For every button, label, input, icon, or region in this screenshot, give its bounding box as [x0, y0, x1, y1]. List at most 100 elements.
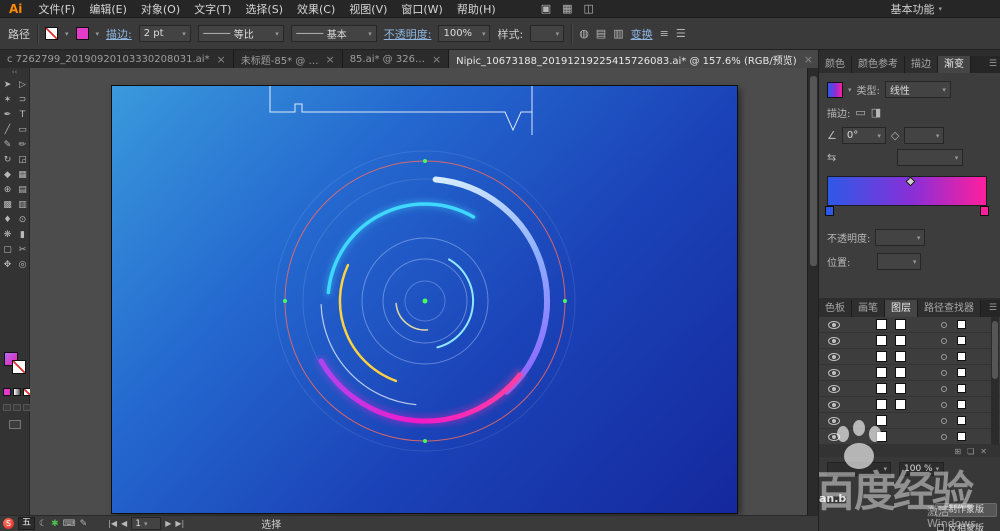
- blend-mode-combo[interactable]: ▾: [827, 462, 891, 476]
- mesh-tool[interactable]: ▩: [0, 198, 15, 213]
- panel-menu-icon[interactable]: ☰: [985, 300, 1000, 317]
- draw-behind-button[interactable]: [13, 404, 21, 411]
- target-icon[interactable]: [941, 418, 947, 424]
- rectangle-tool[interactable]: ▭: [15, 123, 30, 138]
- new-sublayer-icon[interactable]: ⊞: [954, 447, 961, 456]
- stroke-color-swatch[interactable]: [75, 27, 89, 40]
- fill-color-swatch[interactable]: [45, 27, 58, 40]
- gradient-location-combo[interactable]: ▾: [877, 253, 922, 270]
- panel-tab[interactable]: 颜色: [819, 56, 852, 73]
- gradient-mode-button[interactable]: [13, 388, 21, 396]
- scale-tool[interactable]: ◲: [15, 153, 30, 168]
- menu-item[interactable]: 帮助(H): [450, 1, 503, 17]
- selection-tool[interactable]: ➤: [0, 78, 15, 93]
- transform-panel-link[interactable]: 变换: [631, 26, 653, 42]
- menu-item[interactable]: 编辑(E): [82, 1, 134, 17]
- target-icon[interactable]: [941, 338, 947, 344]
- artboard-number-combo[interactable]: 1 ▾: [131, 517, 162, 530]
- document-tab[interactable]: c 7262799_20190920103330208031.ai* ×: [0, 50, 234, 68]
- white-arc[interactable]: [320, 304, 417, 406]
- delete-layer-icon[interactable]: ✕: [980, 447, 987, 456]
- ime-keyboard-icon[interactable]: ⌨: [63, 519, 76, 529]
- blend-tool[interactable]: ⊙: [15, 213, 30, 228]
- change-screen-mode-button[interactable]: [9, 420, 21, 429]
- brush-definition-combo[interactable]: ——— 基本 ▾: [290, 25, 377, 42]
- close-tab-icon[interactable]: ×: [325, 53, 334, 66]
- ime-status-icon[interactable]: ✱: [51, 519, 59, 529]
- panel-tab[interactable]: 图层: [885, 300, 918, 317]
- layer-row[interactable]: [819, 349, 1000, 365]
- gradient-swatch[interactable]: [827, 81, 843, 98]
- close-tab-icon[interactable]: ×: [217, 53, 226, 66]
- target-icon[interactable]: [941, 322, 947, 328]
- gradient-tool[interactable]: ▥: [15, 198, 30, 213]
- visibility-eye-icon[interactable]: [828, 353, 840, 361]
- document-tab[interactable]: Nipic_10673188_20191219225415726083.ai* …: [449, 50, 818, 68]
- free-transform-tool[interactable]: ▦: [15, 168, 30, 183]
- collapse-panel-icon[interactable]: ‹‹: [0, 68, 29, 76]
- document-tab[interactable]: 未标题-85* @ … ×: [233, 50, 343, 68]
- reverse-gradient-icon[interactable]: ⇆: [827, 151, 836, 164]
- pencil-tool[interactable]: ✏: [15, 138, 30, 153]
- first-artboard-icon[interactable]: |◀: [108, 519, 117, 528]
- scrollbar-thumb[interactable]: [992, 321, 998, 379]
- anchor-point[interactable]: [283, 299, 287, 303]
- last-artboard-icon[interactable]: ▶|: [175, 519, 184, 528]
- visibility-eye-icon[interactable]: [828, 417, 840, 425]
- panel-tab[interactable]: 路径查找器: [918, 300, 981, 317]
- gradient-extra-combo[interactable]: ▾: [897, 149, 964, 166]
- artboard[interactable]: [112, 86, 737, 513]
- paintbrush-tool[interactable]: ✎: [0, 138, 15, 153]
- make-mask-button[interactable]: 制作蒙版: [935, 503, 997, 517]
- menu-item[interactable]: 文件(F): [31, 1, 82, 17]
- symbol-sprayer-tool[interactable]: ❋: [0, 228, 15, 243]
- panel-tab[interactable]: 色板: [819, 300, 852, 317]
- gradient-angle-combo[interactable]: 0° ▾: [841, 127, 886, 144]
- layer-row[interactable]: [819, 365, 1000, 381]
- workspace-switcher[interactable]: 基本功能 ▾: [890, 1, 942, 17]
- align-icon[interactable]: ▤: [596, 27, 606, 40]
- target-icon[interactable]: [941, 370, 947, 376]
- gradient-along-stroke-icon[interactable]: ◨: [871, 106, 881, 119]
- lasso-tool[interactable]: ⊃: [15, 93, 30, 108]
- anchor-point[interactable]: [563, 299, 567, 303]
- ime-mode-indicator[interactable]: 五: [18, 517, 36, 530]
- line-tool[interactable]: ╱: [0, 123, 15, 138]
- transparency-opacity-combo[interactable]: 100 % ▾: [899, 462, 945, 476]
- invert-mask-checkbox[interactable]: [937, 524, 944, 531]
- visibility-eye-icon[interactable]: [828, 401, 840, 409]
- opacity-panel-link[interactable]: 不透明度:: [384, 26, 432, 42]
- hand-tool[interactable]: ✥: [0, 258, 15, 273]
- stroke-proxy-swatch[interactable]: [12, 360, 26, 374]
- target-icon[interactable]: [941, 402, 947, 408]
- screen-mode-icon[interactable]: ◫: [584, 2, 594, 15]
- anchor-point[interactable]: [423, 439, 427, 443]
- eyedropper-tool[interactable]: ♦: [0, 213, 15, 228]
- color-mode-button[interactable]: [3, 388, 11, 396]
- next-artboard-icon[interactable]: ▶: [165, 519, 171, 528]
- layer-row[interactable]: [819, 429, 1000, 445]
- style-combo[interactable]: ▾: [530, 25, 565, 42]
- arrange-documents-icon[interactable]: ▦: [562, 2, 572, 15]
- panel-tab[interactable]: 渐变: [938, 56, 971, 73]
- rotate-tool[interactable]: ↻: [0, 153, 15, 168]
- opacity-combo[interactable]: 100% ▾: [438, 25, 491, 42]
- center-anchor-point[interactable]: [422, 298, 428, 304]
- target-icon[interactable]: [941, 434, 947, 440]
- menu-item[interactable]: 文字(T): [187, 1, 238, 17]
- gradient-stop-start[interactable]: [825, 206, 834, 216]
- document-setup-icon[interactable]: ▥: [613, 27, 623, 40]
- slice-tool[interactable]: ✂: [15, 243, 30, 258]
- panel-tab[interactable]: 描边: [905, 56, 938, 73]
- layer-row[interactable]: [819, 397, 1000, 413]
- zoom-tool[interactable]: ◎: [15, 258, 30, 273]
- magic-wand-tool[interactable]: ✶: [0, 93, 15, 108]
- gradient-bar[interactable]: [827, 176, 987, 206]
- aspect-ratio-combo[interactable]: ▾: [904, 127, 945, 144]
- visibility-eye-icon[interactable]: [828, 433, 840, 441]
- perspective-grid-tool[interactable]: ▤: [15, 183, 30, 198]
- menu-item[interactable]: 选择(S): [238, 1, 290, 17]
- artboard-tool[interactable]: ▢: [0, 243, 15, 258]
- ime-settings-icon[interactable]: ✎: [80, 519, 88, 529]
- draw-normal-button[interactable]: [3, 404, 11, 411]
